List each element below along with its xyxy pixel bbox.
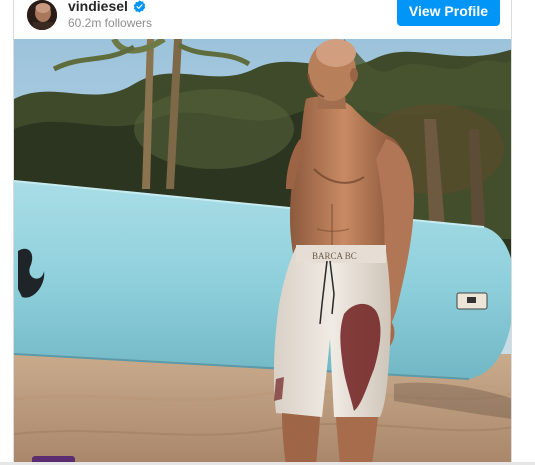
follower-count: 60.2m followers bbox=[68, 16, 153, 30]
username[interactable]: vindiesel bbox=[68, 0, 128, 14]
embed-header: vindiesel 60.2m followers View Profile bbox=[14, 0, 511, 39]
post-photo[interactable]: BARCA BC bbox=[14, 39, 511, 465]
view-profile-button[interactable]: View Profile bbox=[396, 0, 500, 26]
verified-badge-icon bbox=[133, 0, 146, 13]
instagram-embed: vindiesel 60.2m followers View Profile B… bbox=[13, 0, 512, 465]
page-margin-right bbox=[512, 0, 535, 465]
shorts-text: BARCA BC bbox=[312, 251, 357, 261]
avatar[interactable] bbox=[27, 0, 57, 30]
username-row: vindiesel bbox=[68, 0, 152, 15]
user-info: vindiesel 60.2m followers bbox=[68, 0, 152, 30]
